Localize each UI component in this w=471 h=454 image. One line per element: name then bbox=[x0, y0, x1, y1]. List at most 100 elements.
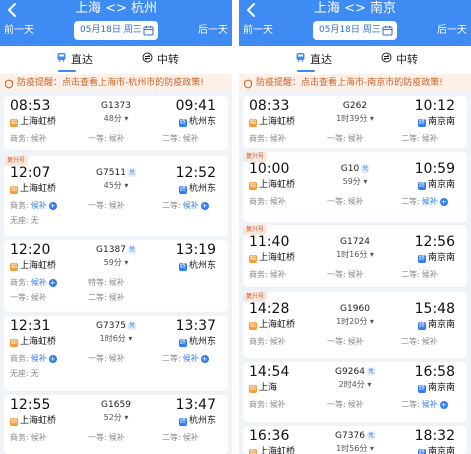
seat-availability[interactable]: 一等: 候补 bbox=[327, 270, 364, 280]
seat-availability[interactable]: 一等: 候补 bbox=[327, 337, 364, 347]
duration: 48分 ▾ bbox=[4, 114, 228, 124]
seat-availability[interactable]: 商务: 候补 bbox=[249, 400, 286, 410]
date-picker[interactable]: 05月18日 周三 bbox=[313, 21, 397, 40]
seat-class-label: 商务: bbox=[249, 270, 268, 279]
active-tab-indicator bbox=[297, 70, 315, 72]
seat-class-label: 商务: bbox=[249, 197, 268, 206]
chevron-down-icon[interactable]: ▾ bbox=[122, 181, 128, 190]
chevron-down-icon[interactable]: ▾ bbox=[361, 177, 367, 186]
seat-class-label: 二等: bbox=[162, 354, 181, 363]
chevron-down-icon[interactable]: ▾ bbox=[122, 258, 128, 267]
train-card[interactable]: 16:36 18:32 G7376 兑始上海虹桥终南京南 1时56分 ▾ bbox=[243, 426, 467, 454]
prev-day-button[interactable]: 前一天 bbox=[4, 25, 34, 37]
seat-class-label: 特等: bbox=[88, 278, 107, 287]
seat-availability[interactable]: 二等: 候补 + bbox=[162, 201, 209, 211]
seat-availability[interactable]: 二等: 候补 bbox=[401, 337, 438, 347]
train-card[interactable]: 复兴号 14:28 15:48 G1960 始上海虹桥终南京南 1时20分 ▾ 商务: 候补一… bbox=[243, 292, 467, 358]
seat-availability[interactable]: 商务: 候补 bbox=[10, 134, 47, 144]
seat-status: 候补 bbox=[108, 354, 125, 363]
train-card[interactable]: 12:55 13:47 G1659 始上海虹桥终杭州东 52分 ▾ 商务: 候补 一等: 候补二… bbox=[4, 395, 228, 454]
seat-class-label: 一等: bbox=[10, 293, 29, 302]
seat-availability[interactable]: 商务: 候补 bbox=[249, 197, 286, 207]
train-card[interactable]: 12:31 13:37 G7375 兑始上海虹桥终杭州东 1时6分 ▾ 商务: 候补 + 一等:… bbox=[4, 316, 228, 391]
tab-transfer[interactable]: 中转 bbox=[142, 52, 179, 67]
train-card[interactable]: 复兴号 11:40 12:56 G1724 始上海虹桥终南京南 1时16分 ▾ 商务: 候补一… bbox=[243, 225, 467, 287]
chevron-down-icon[interactable]: ▾ bbox=[365, 380, 371, 389]
chevron-down-icon[interactable]: ▾ bbox=[126, 334, 132, 343]
date-label: 05月18日 周三 bbox=[80, 25, 142, 35]
seat-class-label: 一等: bbox=[327, 270, 346, 279]
chevron-down-icon[interactable]: ▾ bbox=[367, 250, 374, 259]
seat-availability[interactable]: 商务: 候补 bbox=[249, 337, 286, 347]
duration-text: 59分 bbox=[342, 177, 361, 186]
chevron-down-icon[interactable]: ▾ bbox=[367, 317, 374, 326]
train-card[interactable]: 12:20 13:19 G1387 兑始上海虹桥终杭州东 59分 ▾ 商务: 候补 + 特等: 候… bbox=[4, 240, 228, 312]
train-number: G1960 bbox=[243, 304, 467, 315]
train-number-text: G7376 bbox=[335, 431, 365, 441]
seat-availability[interactable]: 商务: 候补 bbox=[10, 433, 47, 443]
seat-availability[interactable]: 一等: 候补 bbox=[88, 354, 125, 364]
seat-status: 候补 bbox=[108, 293, 125, 302]
next-day-button[interactable]: 后一天 bbox=[437, 25, 467, 37]
seat-availability[interactable]: 商务: 候补 + bbox=[10, 354, 57, 364]
seat-availability[interactable]: 二等: 候补 + bbox=[401, 197, 448, 207]
date-picker[interactable]: 05月18日 周三 bbox=[74, 21, 158, 40]
seat-availability[interactable]: 二等: 候补 bbox=[401, 270, 438, 280]
seat-status: 候补 bbox=[269, 134, 286, 143]
seat-status: 候补 bbox=[347, 270, 364, 279]
seat-availability[interactable]: 商务: 候补 + bbox=[10, 201, 57, 211]
panel-shanghai-hangzhou: 上海 <> 杭州 前一天 后一天 05月18日 周三 直达 中转 防疫提醒：点击查看上海市-… bbox=[0, 0, 232, 454]
seat-class-label: 商务: bbox=[10, 134, 29, 143]
train-card[interactable]: 复兴号 10:00 10:59 G10 兑始上海虹桥终南京南 59分 ▾ 商务: 候补 一等: 候… bbox=[243, 152, 467, 222]
train-card[interactable]: 14:54 16:58 G9264 兑始上海终南京南 2时4分 ▾ 商务: 候补 一等: 候补二… bbox=[243, 362, 467, 422]
seat-availability[interactable]: 一等: 候补 bbox=[327, 134, 364, 144]
chevron-down-icon[interactable]: ▾ bbox=[367, 114, 374, 123]
seat-availability[interactable]: 无座: 无 bbox=[10, 369, 39, 379]
chevron-down-icon[interactable]: ▾ bbox=[367, 444, 374, 453]
chevron-down-icon[interactable]: ▾ bbox=[122, 413, 128, 422]
seat-status: 候补 bbox=[108, 433, 125, 442]
seat-availability[interactable]: 商务: 候补 + bbox=[10, 278, 57, 288]
seat-availability[interactable]: 一等: 候补 bbox=[327, 197, 364, 207]
seat-availability[interactable]: 一等: 候补 bbox=[10, 293, 47, 303]
seat-availability[interactable]: 商务: 候补 bbox=[249, 134, 286, 144]
seat-class-label: 一等: bbox=[88, 354, 107, 363]
seat-availability[interactable]: 一等: 候补 bbox=[88, 134, 125, 144]
seat-availability[interactable]: 二等: 候补 bbox=[162, 433, 199, 443]
chevron-down-icon[interactable]: ▾ bbox=[122, 114, 128, 123]
train-number-text: G1724 bbox=[340, 237, 370, 247]
seat-availability[interactable]: 二等: 候补 bbox=[162, 134, 199, 144]
seat-class-label: 一等: bbox=[88, 201, 107, 210]
train-card[interactable]: 08:33 10:12 G262 始上海虹桥终南京南 1时39分 ▾ 商务: 候补 一等: 候补… bbox=[243, 96, 467, 148]
seat-class-label: 一等: bbox=[88, 134, 107, 143]
seat-availability[interactable]: 特等: 候补 bbox=[88, 278, 125, 288]
seat-availability[interactable]: 二等: 候补 + bbox=[162, 354, 209, 364]
prev-day-button[interactable]: 前一天 bbox=[243, 25, 273, 37]
duration-text: 1时56分 bbox=[336, 444, 368, 453]
fuxing-mark-icon: 兑 bbox=[127, 322, 136, 330]
seat-availability[interactable]: 二等: 候补 bbox=[88, 293, 125, 303]
seat-availability[interactable]: 一等: 候补 bbox=[88, 201, 125, 211]
seat-availability[interactable]: 无座: 无 bbox=[10, 216, 39, 226]
seat-class-label: 一等: bbox=[88, 433, 107, 442]
train-card[interactable]: 复兴号 12:07 12:52 G7511 兑始上海虹桥终杭州东 45分 ▾ 商务: 候补 + 一… bbox=[4, 156, 228, 236]
epidemic-notice[interactable]: 防疫提醒：点击查看上海市-杭州市的防疫政策! bbox=[0, 74, 232, 92]
seat-status: 候补 bbox=[347, 400, 364, 409]
train-number-text: G262 bbox=[342, 101, 368, 111]
seat-availability[interactable]: 一等: 候补 bbox=[327, 400, 364, 410]
seat-availability[interactable]: 二等: 候补 + bbox=[401, 400, 448, 410]
tab-direct[interactable]: 直达 bbox=[56, 52, 93, 67]
seat-class-label: 商务: bbox=[10, 433, 29, 442]
tab-direct[interactable]: 直达 bbox=[295, 52, 332, 67]
seat-availability[interactable]: 一等: 候补 bbox=[88, 433, 125, 443]
epidemic-notice[interactable]: 防疫提醒：点击查看上海市-南京市的防疫政策! bbox=[239, 74, 471, 92]
seat-class-label: 商务: bbox=[249, 134, 268, 143]
next-day-button[interactable]: 后一天 bbox=[198, 25, 228, 37]
train-card[interactable]: 08:53 09:41 G1373 始上海虹桥终杭州东 48分 ▾ 商务: 候补 一等: 候补二… bbox=[4, 96, 228, 150]
tab-transfer[interactable]: 中转 bbox=[381, 52, 418, 67]
seat-status: 候补 bbox=[30, 354, 47, 363]
seat-class-label: 二等: bbox=[401, 197, 420, 206]
seat-availability[interactable]: 二等: 候补 bbox=[401, 134, 438, 144]
seat-availability[interactable]: 商务: 候补 bbox=[249, 270, 286, 280]
seat-status: 候补 bbox=[347, 337, 364, 346]
